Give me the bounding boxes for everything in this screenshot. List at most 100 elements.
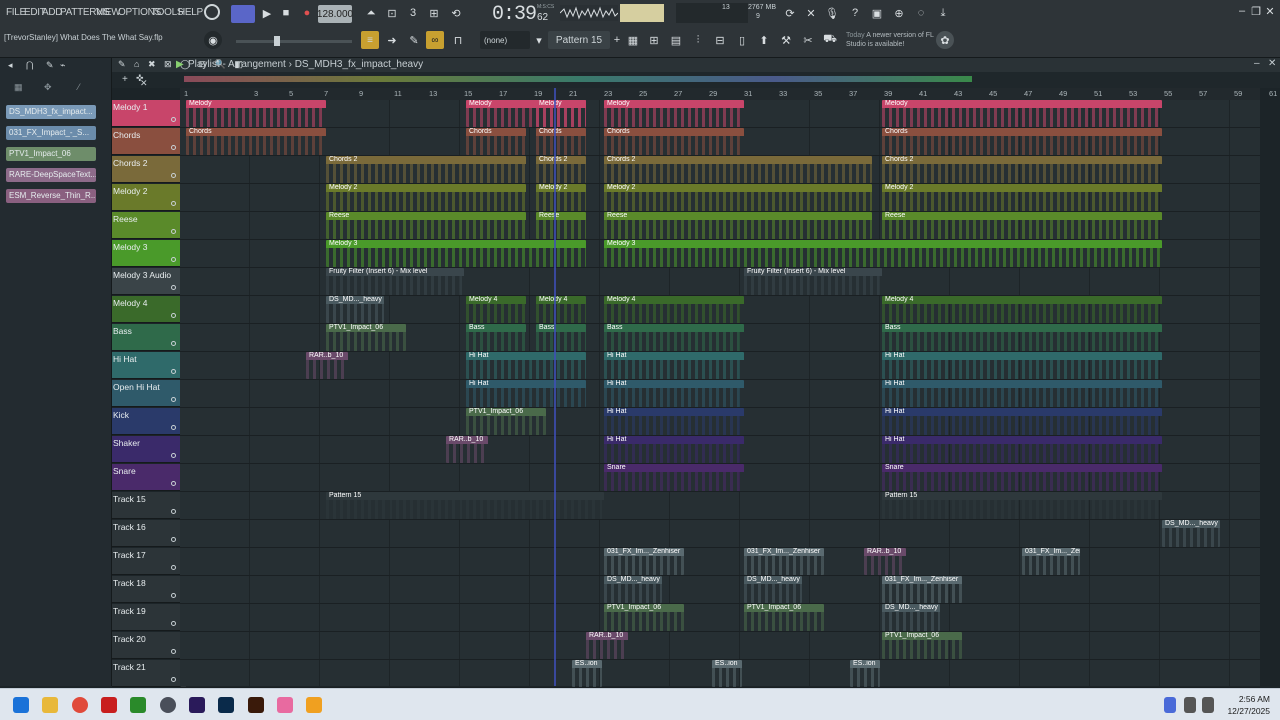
track-header[interactable]: Melody 2 [112, 184, 186, 211]
playlist-clip[interactable]: Chords 2 [326, 156, 526, 183]
track-mute-icon[interactable] [171, 621, 176, 626]
playlist-clip[interactable]: DS_MD..._heavy [326, 296, 384, 323]
playlist-clip[interactable]: Melody 2 [604, 184, 872, 211]
playlist-clip[interactable]: DS_MD..._heavy [744, 576, 802, 603]
browser-sample-item[interactable]: PTV1_Impact_06 [6, 147, 96, 161]
playlist-clip[interactable]: Melody 4 [882, 296, 1162, 323]
minimize-icon[interactable]: – [1236, 2, 1248, 20]
pointer-icon[interactable]: ⬆ [755, 31, 773, 49]
help-icon[interactable]: ? [846, 4, 864, 22]
playlist-play-icon[interactable]: ▶ [176, 59, 184, 70]
playlist-clip[interactable]: Hi Hat [882, 436, 1162, 463]
playlist-overview[interactable] [184, 76, 972, 82]
playlist-clip[interactable]: Hi Hat [604, 436, 744, 463]
stop-icon[interactable]: ■ [277, 4, 295, 22]
playlist-clip[interactable]: Hi Hat [882, 352, 1162, 379]
app-icon[interactable] [277, 697, 293, 713]
playlist-clip[interactable]: Chords [536, 128, 586, 155]
playlist-clip[interactable]: 031_FX_Im..._Zenhiser [1022, 548, 1080, 575]
browser-sample-item[interactable]: RARE-DeepSpaceText... [6, 168, 96, 182]
fl-logo-icon[interactable]: ✿ [936, 31, 954, 49]
playlist-clip[interactable]: 031_FX_Im..._Zenhiser [744, 548, 824, 575]
playlist-clip[interactable]: Hi Hat [882, 408, 1162, 435]
browser-sample-item[interactable]: DS_MDH3_fx_impact... [6, 105, 96, 119]
save-icon[interactable]: ▣ [868, 4, 886, 22]
playlist-clip[interactable]: RAR..b_10 [306, 352, 348, 379]
mixer-view-icon[interactable]: ⫶ [689, 31, 707, 49]
add-track-icon[interactable]: + [122, 74, 128, 85]
playlist-clip[interactable]: DS_MD..._heavy [882, 604, 940, 631]
premiere-icon[interactable] [189, 697, 205, 713]
track-header[interactable]: Open Hi Hat [112, 380, 186, 407]
playlist-clip[interactable]: Hi Hat [882, 380, 1162, 407]
volume-icon[interactable] [1202, 697, 1214, 713]
playlist-clip[interactable]: RAR..b_10 [446, 436, 488, 463]
playlist-clip[interactable]: Melody 3 [604, 240, 1162, 267]
track-mute-icon[interactable] [171, 397, 176, 402]
playlist-clip[interactable]: 031_FX_Im..._Zenhiser [882, 576, 962, 603]
tools-icon[interactable]: ⚒ [777, 31, 795, 49]
playlist-minimize-icon[interactable]: – [1254, 58, 1260, 69]
loop-record-icon[interactable]: ⟲ [447, 4, 465, 22]
close-icon[interactable]: ✕ [1264, 2, 1276, 20]
arrow-right-icon[interactable]: ➜ [383, 31, 401, 49]
master-volume-thumb[interactable] [274, 36, 280, 46]
track-mute-icon[interactable] [171, 565, 176, 570]
move-icon[interactable]: ✥ [44, 82, 52, 93]
playlist-clip[interactable]: Snare [604, 464, 744, 491]
refresh-icon[interactable]: ⟳ [781, 4, 799, 22]
track-header[interactable]: Track 17 [112, 548, 186, 575]
playlist-clip[interactable]: PTV1_Impact_06 [326, 324, 406, 351]
playlist-clip[interactable]: Reese [882, 212, 1162, 239]
browser-icon[interactable]: ⊟ [711, 31, 729, 49]
plugin-db-icon[interactable]: ▯ [733, 31, 751, 49]
track-header[interactable]: Track 21 [112, 660, 186, 687]
track-mute-icon[interactable] [171, 537, 176, 542]
browser-sample-item[interactable]: ESM_Reverse_Thin_R... [6, 189, 96, 203]
track-mute-icon[interactable] [171, 313, 176, 318]
playlist-clip[interactable]: Chords [882, 128, 1162, 155]
cut-icon[interactable]: ✂ [799, 31, 817, 49]
playlist-grid[interactable]: Melody Melody Melody Melody Melody Chords Chor… [180, 100, 1260, 688]
step-edit-icon[interactable]: ⊞ [425, 4, 443, 22]
track-mute-icon[interactable] [171, 481, 176, 486]
playlist-clip[interactable]: Melody [536, 100, 586, 127]
playlist-clip[interactable]: Melody [604, 100, 744, 127]
track-header[interactable]: Track 19 [112, 604, 186, 631]
settings-icon[interactable] [160, 697, 176, 713]
mixer-icon[interactable]: ✕ [802, 4, 820, 22]
track-header[interactable]: Melody 1 [112, 100, 186, 127]
network-icon[interactable] [1184, 697, 1196, 713]
playlist-clip[interactable]: DS_MD..._heavy [604, 576, 662, 603]
master-pitch-knob[interactable]: ◉ [204, 31, 222, 49]
playlist-clip[interactable]: Bass [604, 324, 744, 351]
browser-magnet-icon[interactable]: ⋂ [26, 60, 33, 71]
playlist-clip[interactable]: Snare [882, 464, 1162, 491]
track-mute-icon[interactable] [171, 145, 176, 150]
news-panel[interactable]: Today A newer version of FL Studio is av… [846, 31, 936, 49]
timeline-ruler[interactable]: 1 3 5 7 9 11 13 15 17 19 21 23 25 27 29 31 33 35 37 39 41 43 4… [180, 88, 1277, 100]
track-header[interactable]: Snare [112, 464, 186, 491]
track-header[interactable]: Track 16 [112, 520, 186, 547]
bell-icon[interactable]: ⊓ [449, 31, 467, 49]
playlist-clip[interactable]: Chords 2 [882, 156, 1162, 183]
download-icon[interactable]: ⤓ [934, 4, 952, 22]
browser-back-icon[interactable]: ◂ [8, 60, 13, 71]
playlist-clip[interactable]: Melody 2 [536, 184, 586, 211]
track-header[interactable]: Track 15 [112, 492, 186, 519]
link-icon[interactable]: ∞ [426, 31, 444, 49]
track-mute-icon[interactable] [171, 593, 176, 598]
restore-icon[interactable]: ❐ [1250, 2, 1262, 20]
track-header[interactable]: Hi Hat [112, 352, 186, 379]
playlist-clip[interactable]: ES..ion [850, 660, 880, 687]
track-header[interactable]: Melody 4 [112, 296, 186, 323]
track-mute-icon[interactable] [171, 229, 176, 234]
menu-view[interactable]: VIEW [96, 7, 121, 18]
browser-sample-item[interactable]: 031_FX_Impact_-_S... [6, 126, 96, 140]
track-header[interactable]: Chords 2 [112, 156, 186, 183]
chat-icon[interactable]: ◌ [912, 4, 930, 22]
playlist-clip[interactable]: PTV1_Impact_06 [744, 604, 824, 631]
track-header[interactable]: Shaker [112, 436, 186, 463]
playlist-clip[interactable]: Melody 4 [536, 296, 586, 323]
system-clock[interactable]: 2:56 AM 12/27/2025 [1226, 693, 1270, 717]
